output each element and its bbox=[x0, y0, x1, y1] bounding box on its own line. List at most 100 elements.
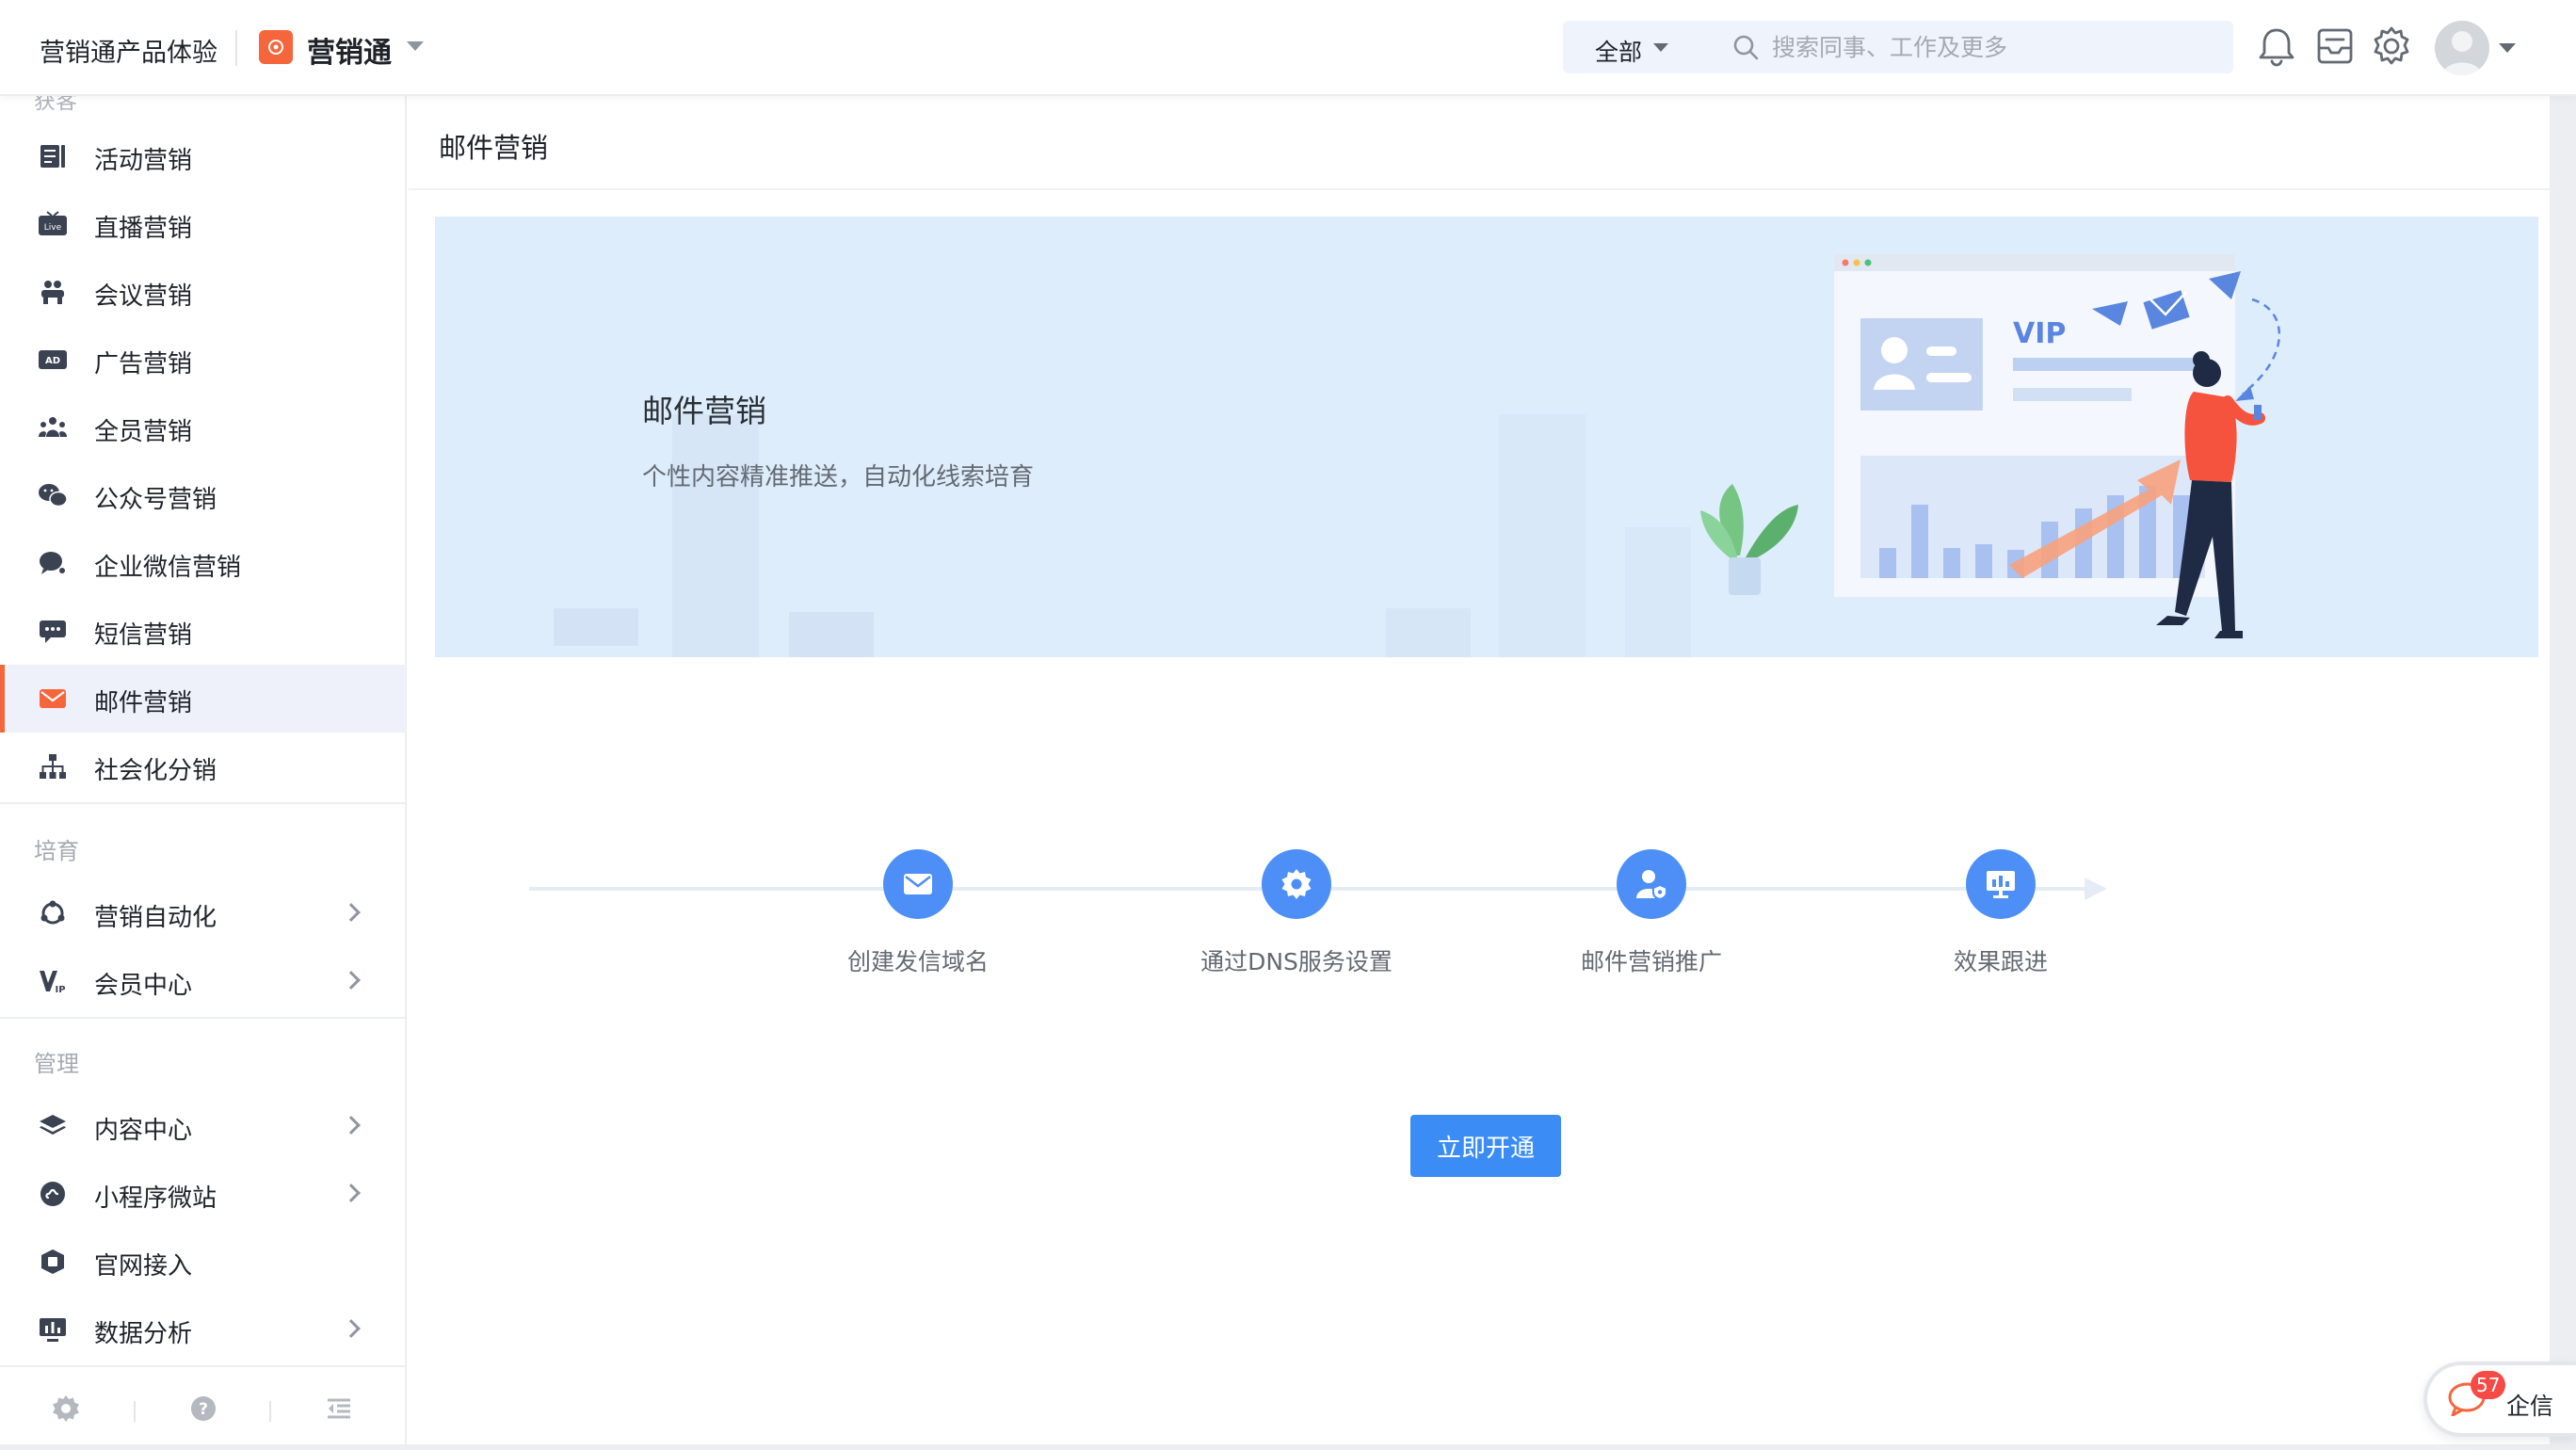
mail-icon bbox=[904, 874, 932, 894]
app-logo-icon[interactable] bbox=[259, 30, 293, 64]
sidebar-item-label: 公众号营销 bbox=[94, 486, 217, 514]
chevron-right-icon bbox=[342, 971, 361, 990]
step-label: 邮件营销推广 bbox=[1580, 948, 1722, 975]
enterprise-chat-widget[interactable]: 57 企信 bbox=[2423, 1361, 2576, 1437]
sidebar-item-member-center[interactable]: IP 会员中心 bbox=[0, 947, 405, 1015]
sidebar-item-label: 数据分析 bbox=[94, 1320, 193, 1348]
bottom-edge bbox=[0, 1444, 2576, 1450]
gear-icon[interactable] bbox=[51, 1394, 81, 1424]
sidebar-item-all-staff-marketing[interactable]: 全员营销 bbox=[0, 394, 405, 461]
top-bar: 营销通产品体验 营销通 全部 bbox=[0, 0, 2576, 96]
sidebar-item-live-marketing[interactable]: Live 直播营销 bbox=[0, 190, 405, 258]
sidebar-item-data-analysis[interactable]: 数据分析 bbox=[0, 1296, 405, 1363]
svg-text:AD: AD bbox=[45, 356, 60, 366]
chevron-right-icon bbox=[342, 1319, 361, 1338]
sidebar-item-ad-marketing[interactable]: AD 广告营销 bbox=[0, 326, 405, 394]
footer-separator bbox=[269, 1401, 271, 1422]
sidebar-item-miniprogram-site[interactable]: 小程序微站 bbox=[0, 1160, 405, 1228]
top-divider bbox=[235, 30, 237, 66]
collapse-menu-icon[interactable] bbox=[324, 1394, 354, 1424]
sidebar-item-content-center[interactable]: 内容中心 bbox=[0, 1092, 405, 1160]
footer-separator bbox=[134, 1401, 136, 1422]
vip-icon: IP bbox=[40, 971, 66, 994]
svg-text:?: ? bbox=[199, 1400, 208, 1419]
org-tree-icon bbox=[40, 754, 66, 779]
help-icon[interactable]: ? bbox=[188, 1394, 218, 1424]
intro-banner: 邮件营销 个性内容精准推送，自动化线索培育 VIP bbox=[435, 217, 2538, 657]
sidebar-item-social-distribution[interactable]: 社会化分销 bbox=[0, 733, 405, 800]
step-icon-circle bbox=[1262, 849, 1331, 919]
sidebar-item-marketing-automation[interactable]: 营销自动化 bbox=[0, 879, 405, 947]
search-scope-select[interactable]: 全部 bbox=[1595, 34, 1642, 68]
sidebar-item-website-access[interactable]: 官网接入 bbox=[0, 1228, 405, 1296]
document-icon bbox=[40, 145, 65, 168]
unread-count-badge: 57 bbox=[2471, 1371, 2506, 1399]
sidebar-item-label: 会议营销 bbox=[94, 282, 193, 311]
chevron-down-icon[interactable] bbox=[2499, 43, 2516, 53]
meeting-icon bbox=[41, 281, 64, 304]
sidebar-item-label: 企业微信营销 bbox=[94, 554, 242, 582]
wecom-icon bbox=[40, 552, 65, 574]
setup-steps: 创建发信域名 通过DNS服务设置 邮件营销推广 效果跟进 bbox=[409, 849, 2550, 1038]
sidebar-item-meeting-marketing[interactable]: 会议营销 bbox=[0, 258, 405, 326]
sidebar: 获客 活动营销 Live 直播营销 会议营销 AD 广告营销 全员营销 公众号营… bbox=[0, 96, 407, 1450]
section-title-nurture: 培育 bbox=[34, 838, 79, 864]
main-content: 邮件营销 邮件营销 个性内容精准推送，自动化线索培育 VIP 创建发信域名 通过… bbox=[409, 96, 2550, 1450]
inbox-icon[interactable] bbox=[2312, 23, 2358, 70]
chevron-right-icon bbox=[342, 1184, 361, 1202]
app-name[interactable]: 营销通 bbox=[307, 29, 392, 71]
chevron-right-icon bbox=[342, 903, 361, 922]
sidebar-item-official-account-marketing[interactable]: 公众号营销 bbox=[0, 461, 405, 529]
gear-icon bbox=[1281, 869, 1312, 899]
workspace-name[interactable]: 营销通产品体验 bbox=[40, 32, 217, 69]
miniprogram-icon bbox=[40, 1182, 65, 1206]
settings-icon[interactable] bbox=[2369, 23, 2414, 70]
sidebar-item-label: 广告营销 bbox=[94, 350, 193, 379]
step-label: 创建发信域名 bbox=[846, 948, 989, 975]
sidebar-item-activity-marketing[interactable]: 活动营销 bbox=[0, 122, 405, 190]
sidebar-item-label: 邮件营销 bbox=[94, 689, 193, 717]
chat-widget-label: 企信 bbox=[2506, 1393, 2554, 1420]
email-marketing-illustration: VIP bbox=[1700, 254, 2281, 638]
app-switch-caret-icon[interactable] bbox=[407, 41, 424, 51]
sidebar-item-label: 全员营销 bbox=[94, 418, 193, 446]
sidebar-item-label: 官网接入 bbox=[94, 1252, 193, 1281]
search-icon bbox=[1733, 35, 1759, 60]
sidebar-item-wecom-marketing[interactable]: 企业微信营销 bbox=[0, 529, 405, 597]
sidebar-item-label: 小程序微站 bbox=[94, 1184, 217, 1213]
sidebar-item-label: 直播营销 bbox=[94, 215, 193, 243]
step-icon-circle bbox=[1617, 849, 1686, 919]
sidebar-item-label: 内容中心 bbox=[94, 1117, 193, 1145]
layers-icon bbox=[40, 1115, 66, 1135]
sidebar-item-email-marketing[interactable]: 邮件营销 bbox=[0, 665, 405, 733]
vip-label: VIP bbox=[2013, 317, 2066, 350]
step-label: 通过DNS服务设置 bbox=[1200, 948, 1393, 975]
step-icon-circle bbox=[883, 849, 953, 919]
section-title-manage: 管理 bbox=[34, 1051, 79, 1077]
sidebar-divider bbox=[0, 802, 405, 804]
section-title-acquisition: 获客 bbox=[34, 96, 77, 114]
sidebar-divider bbox=[0, 1017, 405, 1019]
sms-icon bbox=[40, 620, 66, 643]
global-search: 全部 bbox=[1563, 21, 2233, 73]
step-effect-tracking: 效果跟进 bbox=[1860, 849, 2142, 977]
bell-icon[interactable] bbox=[2254, 23, 2299, 70]
sidebar-item-label: 会员中心 bbox=[94, 972, 193, 1000]
step-label: 效果跟进 bbox=[1953, 948, 2048, 975]
live-icon: Live bbox=[39, 211, 67, 235]
avatar[interactable] bbox=[2435, 21, 2489, 75]
sidebar-item-sms-marketing[interactable]: 短信营销 bbox=[0, 597, 405, 665]
step-email-promotion: 邮件营销推广 bbox=[1510, 849, 1793, 977]
sidebar-item-label: 活动营销 bbox=[94, 147, 193, 175]
svg-text:IP: IP bbox=[55, 985, 65, 994]
user-shield-icon bbox=[1636, 870, 1667, 901]
activate-now-button[interactable]: 立即开通 bbox=[1410, 1115, 1561, 1177]
search-input[interactable] bbox=[1772, 28, 2205, 66]
banner-title: 邮件营销 bbox=[642, 393, 766, 429]
chevron-down-icon[interactable] bbox=[1653, 43, 1668, 52]
analytics-icon bbox=[40, 1318, 66, 1342]
monitor-chart-icon bbox=[1987, 871, 2015, 898]
scrollbar-track[interactable] bbox=[2550, 0, 2576, 1450]
chevron-right-icon bbox=[342, 1116, 361, 1135]
sidebar-item-label: 短信营销 bbox=[94, 621, 193, 650]
